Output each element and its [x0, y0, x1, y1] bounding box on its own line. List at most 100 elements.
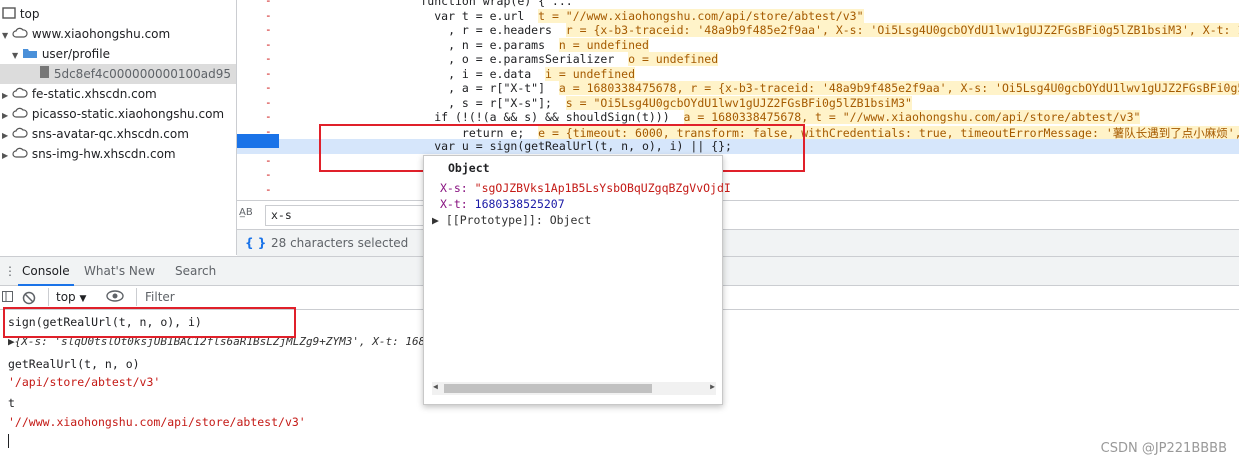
prop-key: X-t:	[440, 197, 468, 211]
tree-item-label: sns-img-hw.xhscdn.com	[31, 147, 176, 161]
console-result-string: '//www.xiaohongshu.com/api/store/abtest/…	[8, 415, 306, 429]
code-line[interactable]: - var t = e.url t = "//www.xiaohongshu.c…	[237, 8, 1239, 24]
find-bar: A̲B x-s	[237, 200, 1239, 229]
tree-item-fe-static[interactable]: ▶ fe-static.xhscdn.com	[2, 84, 157, 104]
collapse-arrow-icon[interactable]: ▶	[2, 126, 12, 146]
collapse-arrow-icon[interactable]: ▶	[2, 146, 12, 166]
tree-item-selected-file[interactable]: 5dc8ef4c000000000100ad95	[0, 64, 236, 84]
code-text: , a = r["X-t"] a = 1680338475678, r = {x…	[365, 81, 1239, 95]
popover-prototype[interactable]: ▶ [[Prototype]]: Object	[432, 213, 591, 227]
drawer-menu-icon[interactable]: ⋮	[4, 257, 16, 286]
popover-title: Object	[448, 161, 490, 175]
execution-line-marker[interactable]	[237, 134, 279, 148]
code-line[interactable]: - , r = e.headers r = {x-b3-traceid: '48…	[237, 23, 1239, 38]
popover-horizontal-scrollbar[interactable]: ◀ ▶	[432, 382, 716, 395]
console-prompt-cursor[interactable]	[8, 434, 9, 448]
scroll-right-icon[interactable]: ▶	[710, 382, 715, 391]
inline-value-preview: o = undefined	[628, 52, 719, 66]
inline-value-preview: n = undefined	[558, 37, 649, 52]
cloud-icon	[12, 105, 28, 125]
code-source: function wrap(e) { ...	[365, 0, 573, 8]
code-line[interactable]: - function wrap(e) { ...	[237, 0, 1239, 9]
line-gutter-marker[interactable]: -	[265, 183, 272, 196]
line-gutter-marker[interactable]: -	[265, 67, 272, 80]
line-gutter-marker[interactable]: -	[265, 23, 272, 36]
inline-value-preview: s = "Oi5Lsg4U0gcbOYdU1lwv1gUJZ2FGsBFi0g5…	[565, 95, 912, 110]
scrollbar-thumb[interactable]	[444, 384, 652, 393]
tree-item-top[interactable]: top	[2, 4, 40, 24]
line-gutter-marker[interactable]: -	[265, 9, 272, 22]
tab-console[interactable]: Console	[18, 257, 74, 286]
console-input-line: t	[8, 396, 15, 410]
cloud-icon	[12, 145, 28, 165]
file-icon	[38, 65, 50, 85]
inline-value-preview: r = {x-b3-traceid: '48a9b9f485e2f9aa', X…	[565, 23, 1239, 37]
line-gutter-marker[interactable]: -	[265, 154, 272, 167]
code-line[interactable]: - , s = r["X-s"]; s = "Oi5Lsg4U0gcbOYdU1…	[237, 95, 1239, 111]
tree-item-www-xiaohongshu[interactable]: ▼ www.xiaohongshu.com	[2, 24, 170, 44]
code-line[interactable]: - , o = e.paramsSerializer o = undefined	[237, 52, 1239, 67]
expand-arrow-icon[interactable]: ▼	[12, 46, 22, 66]
line-gutter-marker[interactable]: -	[265, 0, 272, 7]
sidebar-toggle-icon[interactable]	[2, 291, 14, 306]
code-line[interactable]: - , a = r["X-t"] a = 1680338475678, r = …	[237, 81, 1239, 96]
code-text: function wrap(e) { ...	[365, 0, 573, 8]
line-gutter-marker[interactable]: -	[265, 168, 272, 181]
prop-value: 1680338525207	[474, 197, 565, 211]
pretty-print-icon[interactable]: { }	[245, 230, 266, 257]
code-source: , r = e.headers	[365, 23, 566, 37]
tree-item-label: www.xiaohongshu.com	[31, 27, 171, 41]
collapse-arrow-icon[interactable]: ▶	[2, 86, 12, 106]
dropdown-arrow-icon: ▼	[79, 294, 87, 304]
tree-item-label: picasso-static.xiaohongshu.com	[31, 107, 225, 121]
toolbar-divider	[136, 288, 137, 306]
tree-item-label: top	[19, 7, 40, 21]
watermark: CSDN @JP221BBBB	[1100, 441, 1227, 456]
eye-icon[interactable]	[106, 290, 124, 305]
folder-icon	[22, 45, 38, 65]
line-gutter-marker[interactable]: -	[265, 96, 272, 109]
line-gutter-marker[interactable]: -	[265, 38, 272, 51]
expand-arrow-icon[interactable]: ▼	[2, 26, 12, 46]
tab-whats-new[interactable]: What's New	[84, 257, 155, 286]
filter-input[interactable]: Filter	[145, 290, 175, 304]
tab-search[interactable]: Search	[175, 257, 216, 286]
tree-item-picasso-static[interactable]: ▶ picasso-static.xiaohongshu.com	[2, 104, 224, 124]
tree-item-sns-img[interactable]: ▶ sns-img-hw.xhscdn.com	[2, 144, 176, 164]
inline-value-preview: a = 1680338475678, t = "//www.xiaohongsh…	[683, 110, 1141, 124]
selection-status: 28 characters selected	[271, 236, 409, 250]
tree-item-user-profile[interactable]: ▼ user/profile	[12, 44, 110, 64]
match-case-icon[interactable]: A̲B	[239, 207, 253, 218]
code-line[interactable]: - e	[237, 183, 1239, 198]
collapse-arrow-icon[interactable]: ▶	[2, 106, 12, 126]
scroll-left-icon[interactable]: ◀	[433, 382, 438, 391]
cloud-icon	[12, 85, 28, 105]
popover-prop-xt: X-t: 1680338525207	[440, 197, 565, 211]
tree-item-sns-avatar[interactable]: ▶ sns-avatar-qc.xhscdn.com	[2, 124, 189, 144]
line-gutter-marker[interactable]: -	[265, 52, 272, 65]
annotation-box-console	[3, 307, 296, 338]
code-text: var t = e.url t = "//www.xiaohongshu.com…	[365, 8, 864, 23]
code-text: if (!(!(a && s) && shouldSign(t))) a = 1…	[365, 110, 1141, 124]
inline-value-preview: t = "//www.xiaohongshu.com/api/store/abt…	[538, 8, 864, 23]
editor-status-bar: { } 28 characters selected	[237, 229, 1239, 256]
code-line[interactable]: - , n = e.params n = undefined	[237, 37, 1239, 53]
prop-key: X-s:	[440, 181, 468, 195]
prop-value: "sgOJZBVks1Ap1B5LsYsbOBqUZgqBZgVvOjdI	[474, 181, 731, 195]
popover-prop-xs: X-s: "sgOJZBVks1Ap1B5LsYsbOBqUZgqBZgVvOj…	[440, 181, 731, 195]
cloud-icon	[12, 125, 28, 145]
cloud-icon	[12, 25, 28, 45]
inline-value-preview: i = undefined	[545, 66, 636, 81]
clear-console-icon[interactable]	[22, 291, 36, 308]
inline-value-preview: a = 1680338475678, r = {x-b3-traceid: '4…	[558, 81, 1239, 95]
code-source: , a = r["X-t"]	[365, 81, 559, 95]
code-text: , o = e.paramsSerializer o = undefined	[365, 52, 719, 66]
toolbar-divider	[48, 288, 49, 306]
code-line[interactable]: - , i = e.data i = undefined	[237, 66, 1239, 82]
line-gutter-marker[interactable]: -	[265, 81, 272, 94]
code-source: , i = e.data	[365, 66, 546, 81]
code-text: , s = r["X-s"]; s = "Oi5Lsg4U0gcbOYdU1lw…	[365, 95, 912, 110]
context-selector[interactable]: top ▼	[56, 290, 86, 304]
line-gutter-marker[interactable]: -	[265, 110, 272, 123]
code-line[interactable]: - if (!(!(a && s) && shouldSign(t))) a =…	[237, 110, 1239, 125]
